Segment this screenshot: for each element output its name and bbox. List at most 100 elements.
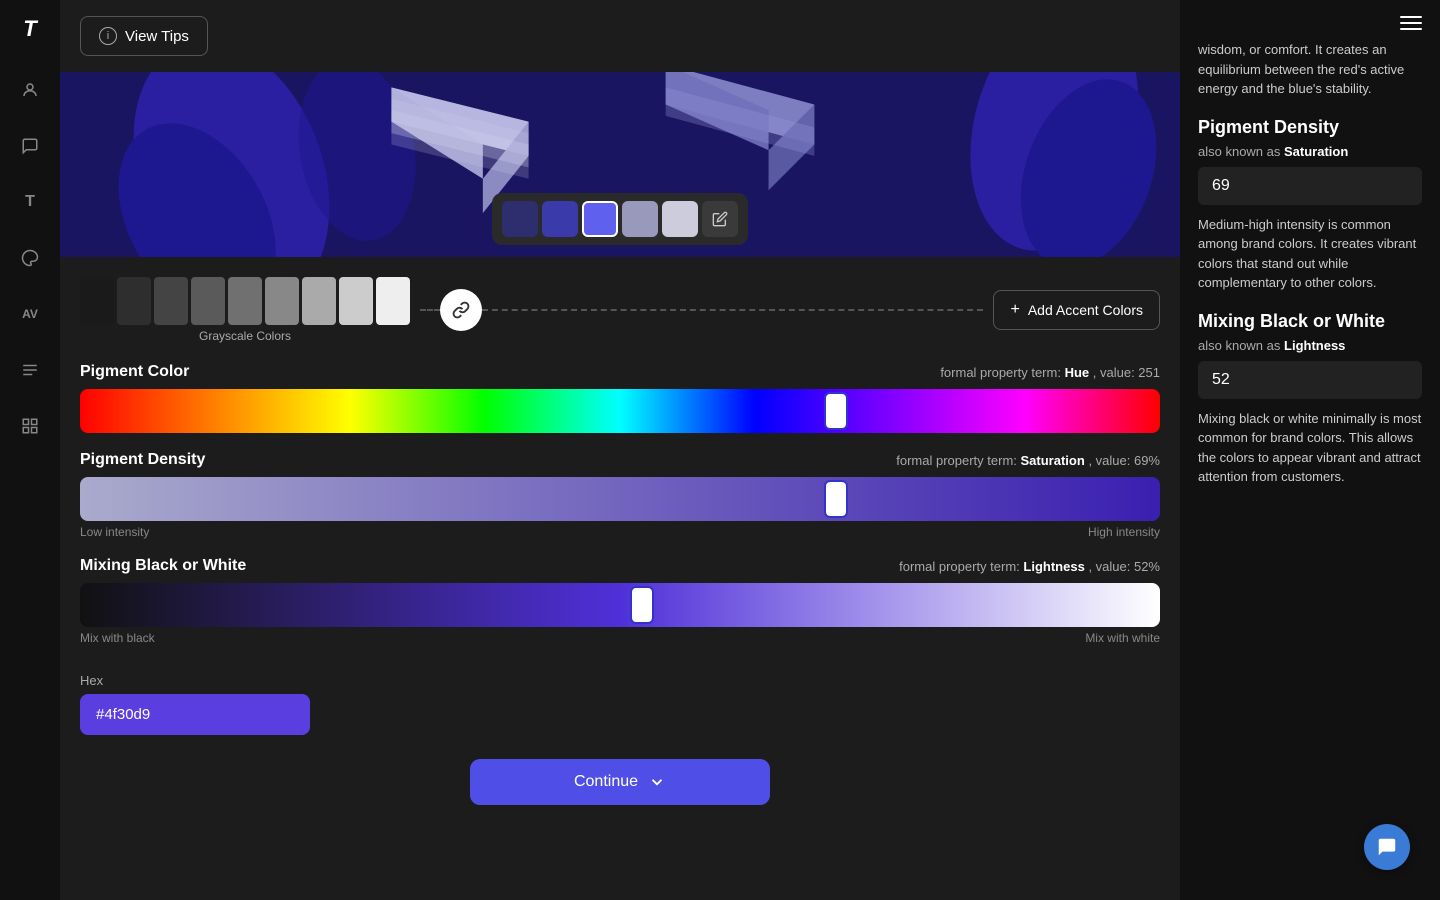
sidebar-icon-user[interactable] [12, 72, 48, 108]
info-icon: i [99, 27, 117, 45]
swatch-4[interactable] [622, 201, 658, 237]
hue-slider-track[interactable] [80, 389, 1160, 433]
hex-section: Hex [60, 673, 1180, 749]
gs-swatch-9[interactable] [376, 277, 410, 325]
dashed-right [482, 309, 983, 311]
connector-area [420, 289, 983, 331]
link-icon-button[interactable] [440, 289, 482, 331]
sat-label-high: High intensity [1088, 525, 1160, 539]
gs-swatch-5[interactable] [228, 277, 262, 325]
grayscale-column: Grayscale Colors [80, 277, 410, 343]
swatch-2[interactable] [542, 201, 578, 237]
sidebar-icon-brush[interactable] [12, 240, 48, 276]
right-panel-mixing-label: also known as Lightness [1198, 338, 1422, 353]
gs-swatch-1[interactable] [80, 277, 114, 325]
right-panel-mixing-body: Mixing black or white minimally is most … [1198, 409, 1422, 487]
sat-slider-section: Pigment Density formal property term: Sa… [80, 451, 1160, 539]
sidebar-icon-chat[interactable] [12, 128, 48, 164]
sat-slider-labels: Low intensity High intensity [80, 525, 1160, 539]
light-title: Mixing Black or White [80, 557, 246, 575]
light-value-label: , value: [1088, 559, 1134, 574]
hue-slider-header: Pigment Color formal property term: Hue … [80, 363, 1160, 381]
light-label-high: Mix with white [1085, 631, 1160, 645]
hero-area [60, 72, 1180, 257]
gs-swatch-6[interactable] [265, 277, 299, 325]
hue-title: Pigment Color [80, 363, 189, 381]
hue-slider-track-wrapper [80, 389, 1160, 433]
app-logo: T [23, 16, 36, 42]
grayscale-swatches [80, 277, 410, 325]
dashed-left [420, 309, 440, 311]
continue-button[interactable]: Continue [470, 759, 770, 805]
hamburger-button[interactable] [1400, 16, 1422, 30]
gs-swatch-7[interactable] [302, 277, 336, 325]
sat-term: Saturation [1021, 453, 1085, 468]
light-formal-label: formal property term: [899, 559, 1023, 574]
sat-label-low: Low intensity [80, 525, 149, 539]
right-panel-intro-text: wisdom, or comfort. It creates an equili… [1198, 40, 1422, 99]
gs-swatch-2[interactable] [117, 277, 151, 325]
sat-meta: formal property term: Saturation , value… [896, 453, 1160, 468]
right-panel-pigment-density-body: Medium-high intensity is common among br… [1198, 215, 1422, 293]
hamburger-line-2 [1400, 22, 1422, 24]
grayscale-label: Grayscale Colors [80, 329, 410, 343]
light-label-low: Mix with black [80, 631, 155, 645]
sat-value-label: , value: [1088, 453, 1134, 468]
right-panel-pigment-density-title: Pigment Density [1198, 117, 1422, 138]
light-slider-section: Mixing Black or White formal property te… [80, 557, 1160, 645]
right-panel-mixing-value: 52 [1198, 361, 1422, 399]
edit-swatches-button[interactable] [702, 201, 738, 237]
sidebar-icon-paragraph[interactable] [12, 352, 48, 388]
hue-value: 251 [1138, 365, 1160, 380]
sidebar-icon-grid[interactable] [12, 408, 48, 444]
sat-slider-thumb[interactable] [824, 480, 848, 518]
add-accent-button[interactable]: + Add Accent Colors [993, 290, 1160, 330]
gs-swatch-8[interactable] [339, 277, 373, 325]
right-panel-pigment-density-label: also known as Saturation [1198, 144, 1422, 159]
swatch-3-active[interactable] [582, 201, 618, 237]
hex-input[interactable] [80, 694, 310, 735]
gs-swatch-4[interactable] [191, 277, 225, 325]
sliders-area: Pigment Color formal property term: Hue … [60, 353, 1180, 673]
grayscale-accent-row: Grayscale Colors + Add Accent Colors [60, 257, 1180, 353]
hue-term: Hue [1065, 365, 1090, 380]
top-bar: i View Tips [60, 0, 1180, 72]
sat-slider-header: Pigment Density formal property term: Sa… [80, 451, 1160, 469]
swatch-1[interactable] [502, 201, 538, 237]
main-content: i View Tips [60, 0, 1180, 900]
right-panel-mixing-title: Mixing Black or White [1198, 311, 1422, 332]
sat-formal-label: formal property term: [896, 453, 1020, 468]
hue-slider-section: Pigment Color formal property term: Hue … [80, 363, 1160, 433]
hamburger-line-1 [1400, 16, 1422, 18]
hex-label: Hex [80, 673, 1160, 688]
continue-button-wrapper: Continue [60, 749, 1180, 825]
sidebar-icon-av[interactable]: AV [12, 296, 48, 332]
light-slider-track-wrapper [80, 583, 1160, 627]
sidebar-icon-text[interactable]: T [12, 184, 48, 220]
plus-icon: + [1010, 301, 1019, 319]
sat-value: 69% [1134, 453, 1160, 468]
light-slider-header: Mixing Black or White formal property te… [80, 557, 1160, 575]
gs-swatch-3[interactable] [154, 277, 188, 325]
chat-bubble-icon [1376, 836, 1398, 858]
light-value: 52% [1134, 559, 1160, 574]
hue-formal-label: formal property term: [940, 365, 1064, 380]
light-slider-thumb[interactable] [630, 586, 654, 624]
color-swatches-bar [492, 193, 748, 245]
right-panel-pigment-density-value: 69 [1198, 167, 1422, 205]
chat-bubble-button[interactable] [1364, 824, 1410, 870]
hue-slider-thumb[interactable] [824, 392, 848, 430]
sat-slider-track[interactable] [80, 477, 1160, 521]
swatch-5[interactable] [662, 201, 698, 237]
light-slider-labels: Mix with black Mix with white [80, 631, 1160, 645]
light-meta: formal property term: Lightness , value:… [899, 559, 1160, 574]
hue-value-label: , value: [1093, 365, 1139, 380]
light-term: Lightness [1023, 559, 1084, 574]
light-slider-track[interactable] [80, 583, 1160, 627]
sat-slider-track-wrapper [80, 477, 1160, 521]
view-tips-button[interactable]: i View Tips [80, 16, 208, 56]
add-accent-label: Add Accent Colors [1028, 302, 1143, 318]
view-tips-label: View Tips [125, 28, 189, 45]
right-panel: wisdom, or comfort. It creates an equili… [1180, 0, 1440, 900]
sat-title: Pigment Density [80, 451, 205, 469]
